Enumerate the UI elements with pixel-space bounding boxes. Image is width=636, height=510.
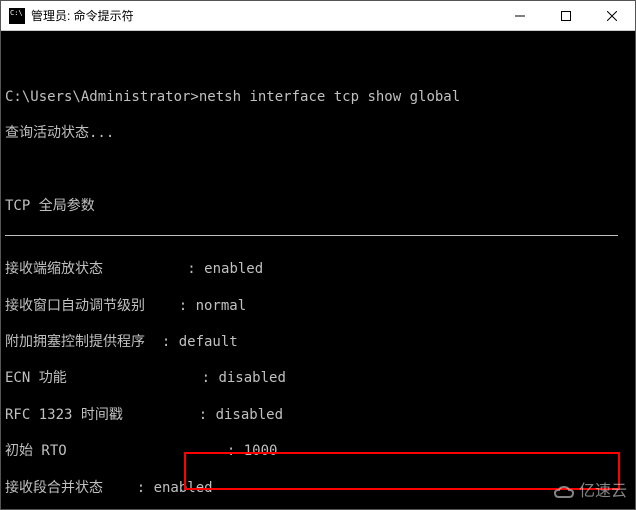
param-row: ECN 功能 : disabled [5,369,631,387]
titlebar[interactable]: 管理员: 命令提示符 [1,1,635,31]
maximize-button[interactable] [543,1,589,30]
divider [5,235,618,236]
command-line-1: C:\Users\Administrator>netsh interface t… [5,88,631,106]
minimize-button[interactable] [497,1,543,30]
status-line: 查询活动状态... [5,124,631,142]
minimize-icon [515,11,525,21]
terminal-area[interactable]: C:\Users\Administrator>netsh interface t… [1,31,635,509]
param-row: 接收端缩放状态 : enabled [5,260,631,278]
param-row: RFC 1323 时间戳 : disabled [5,406,631,424]
cmd-icon [9,8,25,24]
param-value: normal [196,298,247,314]
cloud-icon [553,485,575,501]
blank-line [5,160,631,178]
param-label: ECN 功能 [5,370,67,386]
maximize-icon [561,11,571,21]
param-value: enabled [204,261,263,277]
param-label: 接收窗口自动调节级别 [5,298,145,314]
param-row: 接收窗口自动调节级别 : normal [5,297,631,315]
param-row: 附加拥塞控制提供程序 : default [5,333,631,351]
param-label: RFC 1323 时间戳 [5,407,123,423]
close-icon [607,11,617,21]
param-label: 接收段合并状态 [5,480,103,496]
watermark-text: 亿速云 [579,482,627,503]
output-line [5,51,631,69]
param-value: enabled [154,480,213,496]
param-label: 初始 RTO [5,443,67,459]
command-text: netsh interface tcp show global [199,89,460,105]
param-row: 初始 RTO : 1000 [5,442,631,460]
window-controls [497,1,635,30]
close-button[interactable] [589,1,635,30]
window-title: 管理员: 命令提示符 [31,7,497,24]
param-label: 接收端缩放状态 [5,261,103,277]
section-title: TCP 全局参数 [5,197,631,215]
param-value: default [179,334,238,350]
param-value: disabled [218,370,285,386]
param-label: 附加拥塞控制提供程序 [5,334,145,350]
param-value: 1000 [244,443,278,459]
param-value: disabled [216,407,283,423]
watermark: 亿速云 [553,482,627,503]
param-row: 接收段合并状态 : enabled [5,479,631,497]
cmd-window: 管理员: 命令提示符 C:\Users\Administrator>netsh … [0,0,636,510]
prompt: C:\Users\Administrator> [5,89,199,105]
